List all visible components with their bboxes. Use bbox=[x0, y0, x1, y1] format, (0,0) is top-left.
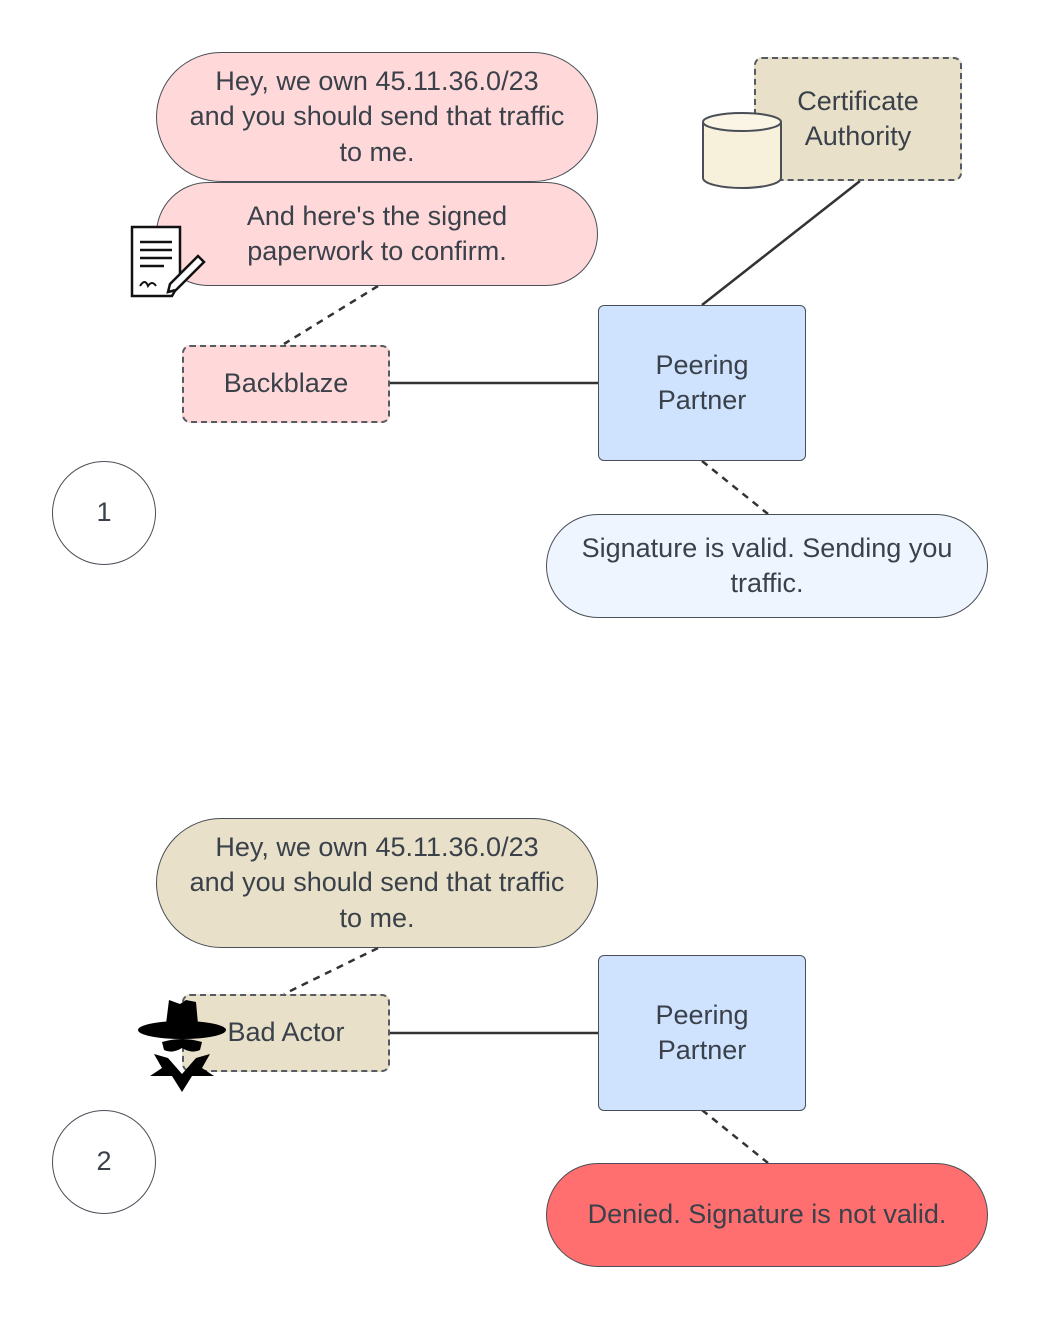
claim-bubble-1: Hey, we own 45.11.36.0/23 and you should… bbox=[156, 52, 598, 182]
certificate-authority-node: Certificate Authority bbox=[754, 57, 962, 181]
claim-line: Hey, we own 45.11.36.0/23 bbox=[215, 66, 539, 97]
ca-label-line: Authority bbox=[804, 121, 912, 151]
connector-claim2-to-badactor bbox=[283, 946, 379, 996]
database-icon bbox=[702, 112, 782, 189]
claim-line: Hey, we own 45.11.36.0/23 bbox=[215, 832, 539, 863]
claim-bubble-2: Hey, we own 45.11.36.0/23 and you should… bbox=[156, 818, 598, 948]
connector-peer2-to-denied bbox=[701, 1109, 769, 1164]
denied-response-bubble: Denied. Signature is not valid. bbox=[546, 1163, 988, 1267]
claim-line: to me. bbox=[339, 902, 415, 933]
step-badge-1: 1 bbox=[52, 461, 156, 565]
connector-claim-to-backblaze bbox=[283, 284, 379, 346]
response-line: Signature is valid. Sending you bbox=[581, 532, 953, 563]
spy-icon bbox=[138, 1000, 226, 1092]
signed-document-icon bbox=[130, 225, 206, 298]
paperwork-bubble: And here's the signed paperwork to confi… bbox=[156, 182, 598, 286]
claim-line: and you should send that traffic bbox=[189, 867, 565, 898]
claim-line: to me. bbox=[339, 136, 415, 167]
connector-peer-to-ca bbox=[701, 180, 861, 306]
valid-response-bubble: Signature is valid. Sending you traffic. bbox=[546, 514, 988, 618]
backblaze-node: Backblaze bbox=[182, 345, 390, 423]
peer-label-line: Peering bbox=[655, 349, 749, 380]
peer-label-line: Partner bbox=[657, 385, 747, 415]
peering-partner-node-1: Peering Partner bbox=[598, 305, 806, 461]
paperwork-line: And here's the signed bbox=[246, 200, 508, 231]
peering-partner-node-2: Peering Partner bbox=[598, 955, 806, 1111]
response-line: traffic. bbox=[730, 568, 804, 598]
peer-label-line: Partner bbox=[657, 1035, 747, 1065]
claim-line: and you should send that traffic bbox=[189, 101, 565, 132]
step-badge-2: 2 bbox=[52, 1110, 156, 1214]
ca-label-line: Certificate bbox=[797, 85, 919, 116]
paperwork-line: paperwork to confirm. bbox=[247, 236, 507, 266]
peer-label-line: Peering bbox=[655, 999, 749, 1030]
connector-peer-to-response bbox=[701, 460, 769, 515]
